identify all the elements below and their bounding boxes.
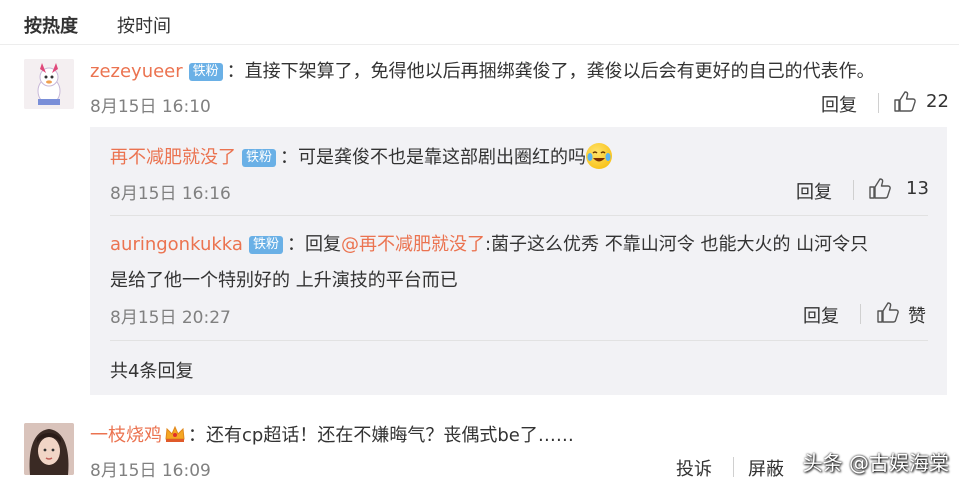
fan-badge[interactable]: 铁粉 [248, 236, 283, 254]
thumbs-up-icon[interactable] [868, 177, 892, 205]
reply-prefix: 回复 [304, 234, 341, 255]
comment-text-row: zezeyueer 铁粉 ：直接下架算了，免得他以后再捆绑龚俊了，龚俊以后会有更好的… [90, 57, 875, 83]
action-separator [878, 93, 879, 113]
avatar[interactable] [24, 423, 74, 475]
reply-button[interactable]: 回复 [796, 178, 832, 204]
reply-text: 可是龚俊不也是靠这部剧出圈红的吗 [298, 147, 587, 168]
reply-time: 8月15日 20:27 [110, 308, 231, 328]
thumbs-up-icon[interactable] [893, 90, 917, 118]
comment-time: 8月15日 16:10 [90, 97, 211, 117]
comment-text: 直接下架算了，免得他以后再捆绑龚俊了，龚俊以后会有更好的自己的代表作。 [244, 61, 875, 82]
colon: ： [280, 147, 299, 168]
like-button-label[interactable]: 赞 [908, 302, 926, 328]
like-count: 13 [906, 178, 929, 199]
divider [110, 340, 928, 341]
laugh-cry-emoji-icon [586, 143, 613, 169]
divider [0, 44, 959, 45]
comment-text-row: 一枝烧鸡 ：还有cp超话！还在不嫌晦气？丧偶式be了…… [90, 421, 574, 447]
reply-user-link[interactable]: 再不减肥就没了 [110, 147, 236, 168]
reply-text-row: 再不减肥就没了 铁粉 ：可是龚俊不也是靠这部剧出圈红的吗 [110, 143, 613, 169]
like-count: 22 [926, 91, 949, 112]
crown-badge-icon[interactable] [164, 425, 186, 443]
comment-user-link[interactable]: 一枝烧鸡 [90, 425, 162, 446]
comment-user-link[interactable]: zezeyueer [90, 61, 183, 82]
reply-button[interactable]: 回复 [803, 302, 839, 328]
colon: ： [188, 425, 206, 446]
mention-link[interactable]: @再不减肥就没了 [341, 234, 485, 255]
reply-user-link[interactable]: auringonkukka [110, 234, 243, 255]
comment-time: 8月15日 16:09 [90, 461, 211, 481]
colon: ： [226, 61, 245, 82]
report-button[interactable]: 投诉 [676, 455, 712, 481]
reply-text-row: auringonkukka 铁粉 ：回复@再不减肥就没了:菌子这么优秀 不靠山河令 … [110, 230, 868, 256]
view-all-replies-link[interactable]: 共4条回复 [110, 357, 193, 383]
fan-badge[interactable]: 铁粉 [242, 149, 277, 167]
block-button[interactable]: 屏蔽 [748, 455, 784, 481]
watermark: 头条 @古娱海棠 [802, 451, 949, 475]
sort-by-time-tab[interactable]: 按时间 [117, 12, 171, 38]
avatar[interactable] [24, 59, 74, 109]
reply-time: 8月15日 16:16 [110, 184, 231, 204]
action-separator [853, 180, 854, 200]
action-separator [733, 457, 734, 477]
fan-badge[interactable]: 铁粉 [188, 63, 223, 81]
comment-text: 还有cp超话！还在不嫌晦气？丧偶式be了…… [206, 425, 574, 446]
reply-text-continuation: 是给了他一个特别好的 上升演技的平台而已 [110, 270, 458, 291]
action-separator [860, 304, 861, 324]
divider [110, 215, 928, 216]
sort-by-hot-tab[interactable]: 按热度 [24, 12, 78, 38]
colon: ： [286, 234, 305, 255]
reply-button[interactable]: 回复 [821, 91, 857, 117]
thumbs-up-icon[interactable] [876, 301, 900, 329]
reply-text: :菌子这么优秀 不靠山河令 也能大火的 山河令只 [484, 234, 869, 255]
